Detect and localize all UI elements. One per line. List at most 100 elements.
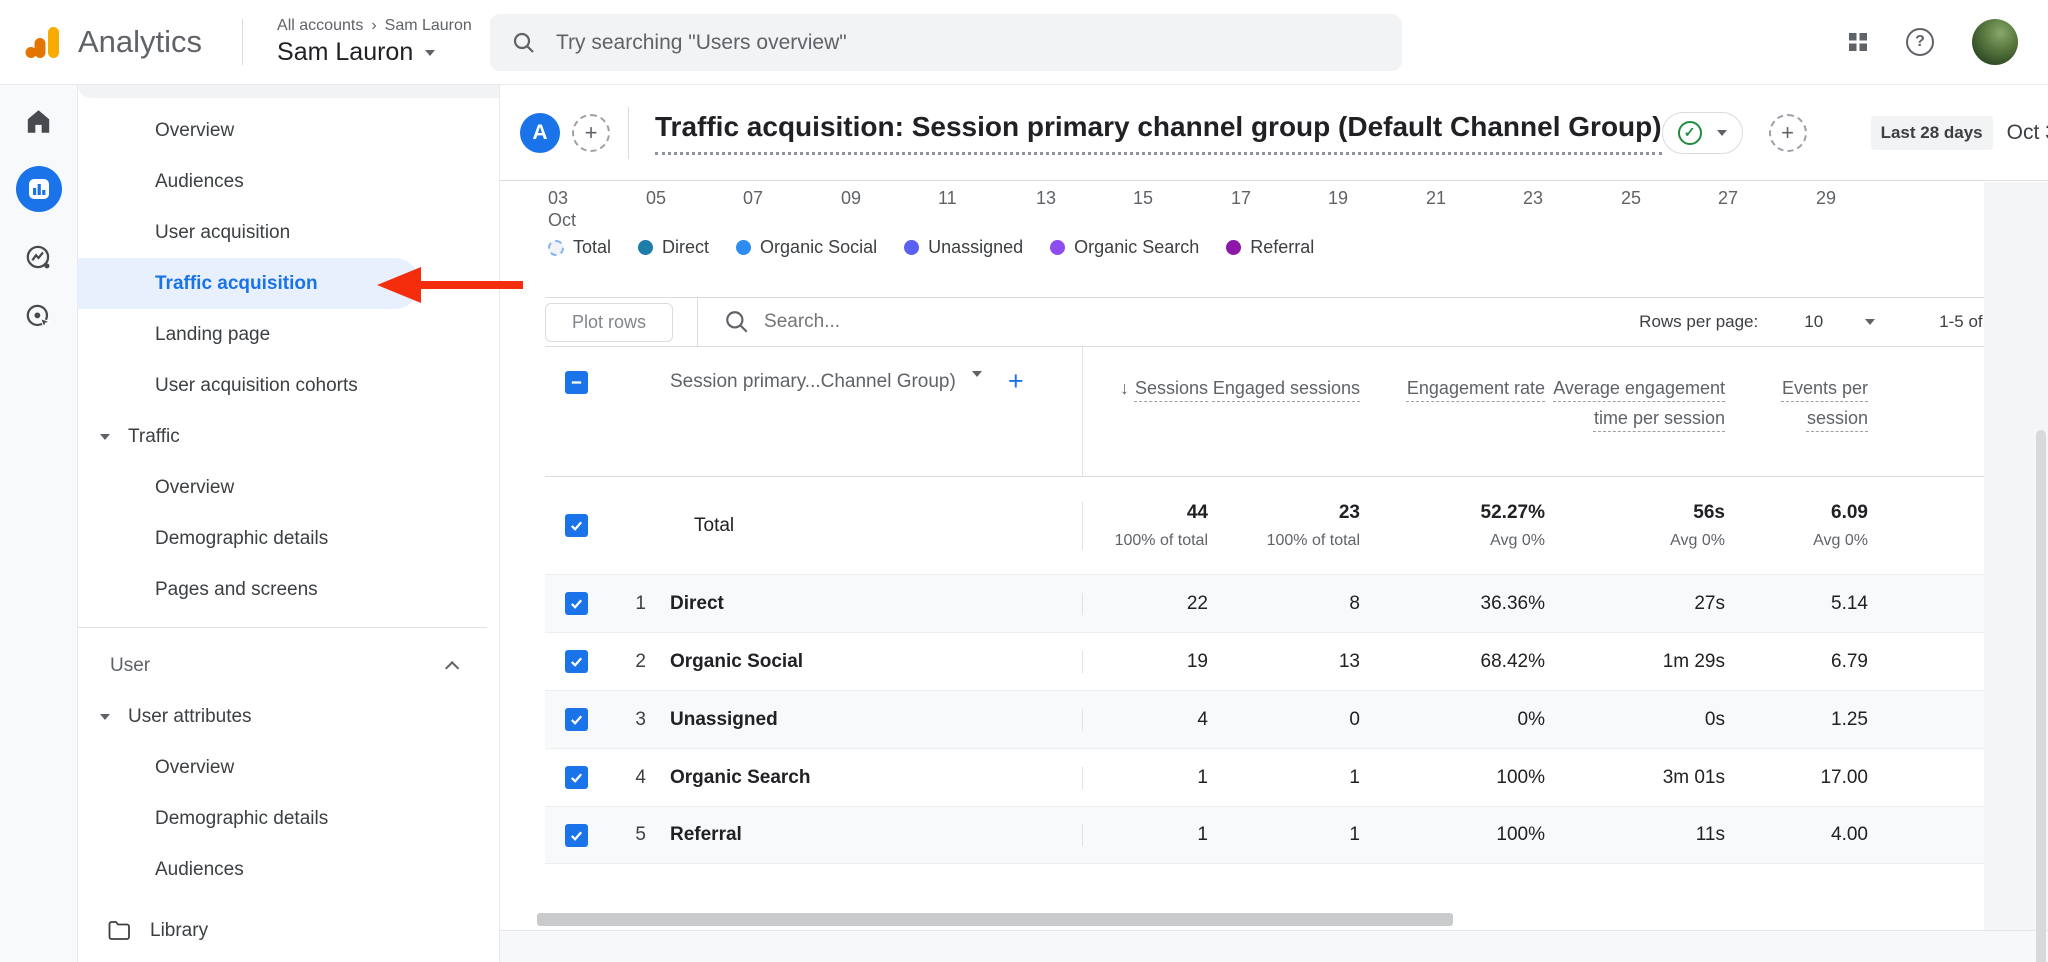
date-range-selector[interactable]: Last 28 days (1871, 116, 1993, 150)
sort-descending-icon: ↓ (1120, 373, 1129, 403)
dimension-selector[interactable]: Session primary...Channel Group) (670, 371, 956, 393)
help-icon[interactable]: ? (1906, 28, 1934, 56)
breadcrumb-root[interactable]: All accounts (277, 17, 363, 35)
sidebar-item-library[interactable]: Library (78, 905, 499, 956)
sidebar-item-user-demographic-details[interactable]: Demographic details (78, 793, 499, 844)
total-sessions: 44 100% of total (1082, 502, 1208, 550)
reports-sidebar: Overview Audiences User acquisition Traf… (78, 85, 500, 962)
analytics-logo[interactable]: Analytics (24, 22, 202, 62)
advertising-icon[interactable] (25, 303, 52, 330)
cell-engaged: 8 (1208, 593, 1360, 615)
sidebar-item-user-audiences[interactable]: Audiences (78, 844, 499, 895)
cell-events: 6.79 (1725, 651, 1868, 673)
report-status-button[interactable]: ✓ (1662, 112, 1743, 154)
sidebar-item-user-overview[interactable]: Overview (78, 742, 499, 793)
sidebar-item-traffic-demographic-details[interactable]: Demographic details (78, 513, 499, 564)
total-engaged: 23 100% of total (1208, 502, 1360, 550)
property-badge[interactable]: A (520, 113, 560, 153)
chevron-down-icon[interactable] (972, 371, 982, 377)
row-checkbox[interactable] (565, 650, 588, 673)
total-events: 6.09 Avg 0% (1725, 502, 1868, 550)
table-search-input[interactable] (764, 311, 1064, 333)
collapse-caret-icon (100, 714, 110, 720)
table-row: 3 Unassigned 4 0 0% 0s 1.25 (545, 690, 2007, 748)
header-divider (628, 107, 629, 159)
cell-engaged: 0 (1208, 709, 1360, 731)
row-checkbox[interactable] (565, 708, 588, 731)
table-row: 5 Referral 1 1 100% 11s 4.00 (545, 806, 2007, 864)
check-icon (569, 712, 584, 727)
report-header-actions: ✓ + Last 28 days Oct 3 (1662, 112, 2048, 154)
cell-events: 4.00 (1725, 824, 1868, 846)
explore-icon[interactable] (25, 244, 52, 271)
table-controls: Plot rows Rows per page: 10 1-5 of 5 (545, 297, 2007, 347)
legend-item-unassigned: Unassigned (904, 237, 1023, 258)
breadcrumb[interactable]: All accounts › Sam Lauron (277, 17, 472, 35)
legend-item-total: Total (548, 237, 611, 258)
user-avatar[interactable] (1972, 19, 2018, 65)
chevron-down-icon[interactable] (1865, 319, 1875, 325)
sidebar-item-traffic-overview[interactable]: Overview (78, 462, 499, 513)
table-search[interactable] (724, 309, 1064, 335)
legend-dot-icon (548, 240, 564, 256)
x-tick: 09 (841, 187, 861, 209)
add-comparison-button[interactable]: + (572, 114, 610, 152)
select-all-checkbox[interactable] (565, 371, 588, 394)
horizontal-scrollbar[interactable] (537, 913, 1453, 926)
column-header-engaged-sessions[interactable]: Engaged sessions (1208, 347, 1360, 476)
sidebar-section-user[interactable]: User (78, 640, 499, 691)
cell-sessions: 4 (1082, 709, 1208, 731)
home-icon[interactable] (25, 109, 52, 134)
plot-rows-button[interactable]: Plot rows (545, 303, 673, 342)
row-checkbox[interactable] (565, 514, 588, 537)
rows-per-page-value[interactable]: 10 (1804, 312, 1823, 332)
row-label-cell: 2 Organic Social (545, 633, 1082, 690)
reports-icon[interactable] (16, 166, 62, 212)
chevron-down-icon (1717, 130, 1727, 136)
bar-chart-icon (27, 177, 51, 201)
total-label-cell: Total (545, 477, 1082, 574)
column-header-avg-engagement-time[interactable]: Average engagement time per session (1545, 347, 1725, 476)
sidebar-item-audiences[interactable]: Audiences (78, 156, 499, 207)
cell-events: 1.25 (1725, 709, 1868, 731)
table-header-row: Session primary...Channel Group) + ↓Sess… (545, 347, 2007, 477)
vertical-scrollbar[interactable] (2036, 430, 2046, 962)
sidebar-item-user-acquisition-cohorts[interactable]: User acquisition cohorts (78, 360, 499, 411)
column-header-sessions[interactable]: ↓Sessions (1082, 347, 1208, 476)
column-header-events-per-session[interactable]: Events per session (1725, 347, 1868, 476)
sidebar-item-pages-and-screens[interactable]: Pages and screens (78, 564, 499, 615)
x-tick: 21 (1426, 187, 1446, 209)
sidebar-item-traffic-acquisition[interactable]: Traffic acquisition (78, 258, 420, 309)
dimension-header-cell: Session primary...Channel Group) + (545, 347, 1082, 476)
sidebar-item-user-acquisition[interactable]: User acquisition (78, 207, 499, 258)
cell-events: 17.00 (1725, 767, 1868, 789)
cell-engaged: 13 (1208, 651, 1360, 673)
rows-per-page-label: Rows per page: (1639, 312, 1758, 332)
global-search[interactable] (490, 14, 1402, 71)
cell-sessions: 22 (1082, 593, 1208, 615)
legend-dot-icon (1226, 240, 1241, 255)
apps-grid-icon[interactable] (1848, 32, 1868, 52)
add-report-button[interactable]: + (1769, 114, 1807, 152)
sidebar-item-overview[interactable]: Overview (78, 105, 499, 156)
x-tick: 11 (938, 187, 957, 209)
sidebar-divider (78, 627, 487, 628)
legend-dot-icon (638, 240, 653, 255)
table-total-row: Total 44 100% of total 23 100% of total … (545, 477, 2007, 574)
report-header: A + Traffic acquisition: Session primary… (500, 85, 2048, 180)
report-title[interactable]: Traffic acquisition: Session primary cha… (655, 111, 1662, 155)
add-dimension-button[interactable]: + (1008, 371, 1024, 391)
account-switcher[interactable]: Sam Lauron (277, 38, 472, 67)
sidebar-group-user-attributes[interactable]: User attributes (78, 691, 499, 742)
sidebar-group-traffic[interactable]: Traffic (78, 411, 499, 462)
collapse-caret-icon (100, 434, 110, 440)
topbar: Analytics All accounts › Sam Lauron Sam … (0, 0, 2048, 85)
row-checkbox[interactable] (565, 766, 588, 789)
row-checkbox[interactable] (565, 824, 588, 847)
column-header-engagement-rate[interactable]: Engagement rate (1360, 347, 1545, 476)
row-checkbox[interactable] (565, 592, 588, 615)
sidebar-item-landing-page[interactable]: Landing page (78, 309, 499, 360)
breadcrumb-current[interactable]: Sam Lauron (385, 17, 472, 35)
search-input[interactable] (556, 31, 1256, 55)
total-avg-time: 56s Avg 0% (1545, 502, 1725, 550)
